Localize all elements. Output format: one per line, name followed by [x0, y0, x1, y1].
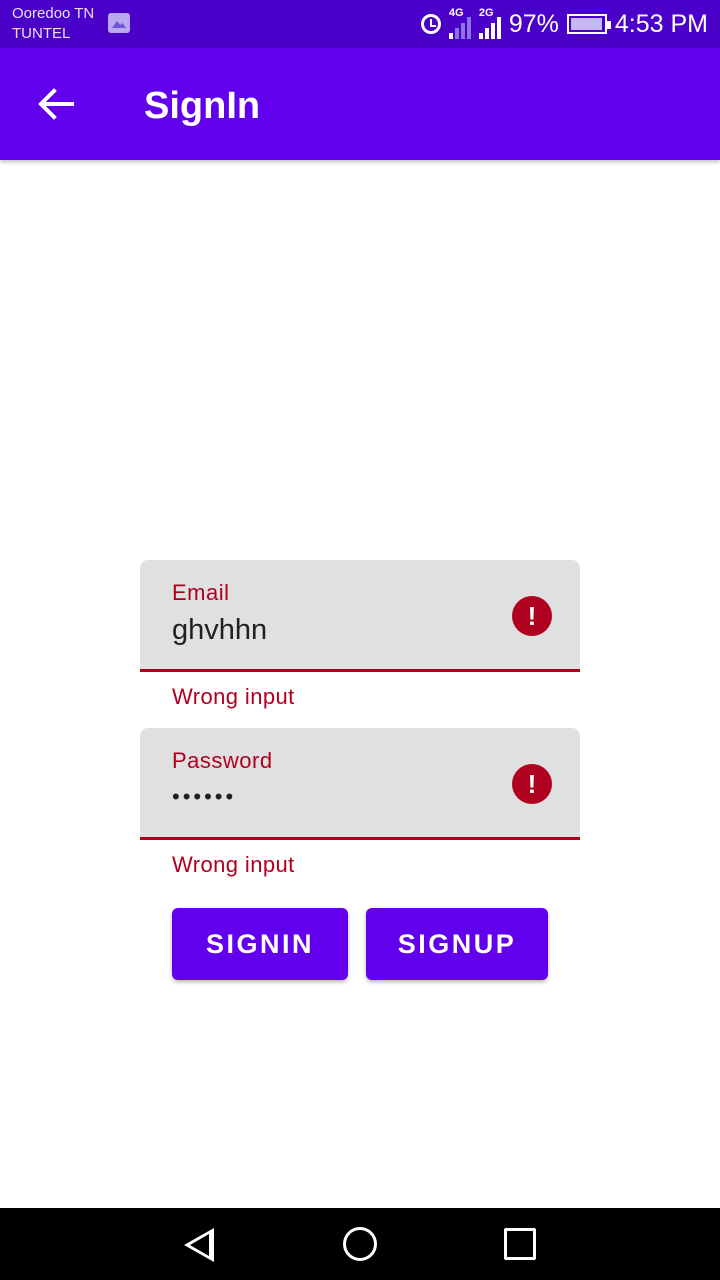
alarm-icon: [420, 14, 441, 34]
clock: 4:53 PM: [614, 9, 708, 38]
signin-button[interactable]: SIGNIN: [172, 908, 348, 980]
password-field[interactable]: Password •••••• !: [140, 728, 580, 840]
gallery-notification-icon: [108, 13, 130, 33]
error-icon: !: [512, 764, 552, 804]
email-field[interactable]: Email ghvhhn !: [140, 560, 580, 672]
system-nav-bar: [0, 1208, 720, 1280]
carrier-secondary: TUNTEL: [12, 25, 71, 42]
nav-recents-icon[interactable]: [504, 1228, 536, 1260]
arrow-back-icon[interactable]: [36, 86, 76, 122]
nav-back-icon[interactable]: [184, 1228, 214, 1262]
battery-percentage: 97%: [508, 9, 559, 38]
network-type-label: 4G: [448, 7, 464, 19]
carrier-name: Ooredoo TN: [12, 5, 95, 22]
status-bar: Ooredoo TN TUNTEL 4G 2G 97% 4:53 PM: [0, 0, 720, 48]
status-icons: 4G 2G 97% 4:53 PM: [420, 0, 708, 48]
network-type-label: 2G: [478, 7, 494, 19]
password-input[interactable]: ••••••: [172, 784, 236, 810]
email-error-text: Wrong input: [172, 684, 295, 709]
password-error-text: Wrong input: [172, 852, 295, 877]
signal-2g-icon: 2G: [478, 7, 501, 39]
signal-4g-icon: 4G: [448, 7, 471, 39]
battery-icon: [566, 14, 611, 34]
email-label: Email: [172, 580, 230, 605]
signup-button[interactable]: SIGNUP: [366, 908, 548, 980]
password-label: Password: [172, 748, 273, 773]
page-title: SignIn: [144, 85, 261, 127]
app-bar: SignIn: [0, 48, 720, 160]
nav-home-icon[interactable]: [343, 1227, 377, 1261]
error-icon: !: [512, 596, 552, 636]
email-input[interactable]: ghvhhn: [172, 614, 267, 647]
carrier-info: Ooredoo TN TUNTEL: [12, 4, 94, 44]
